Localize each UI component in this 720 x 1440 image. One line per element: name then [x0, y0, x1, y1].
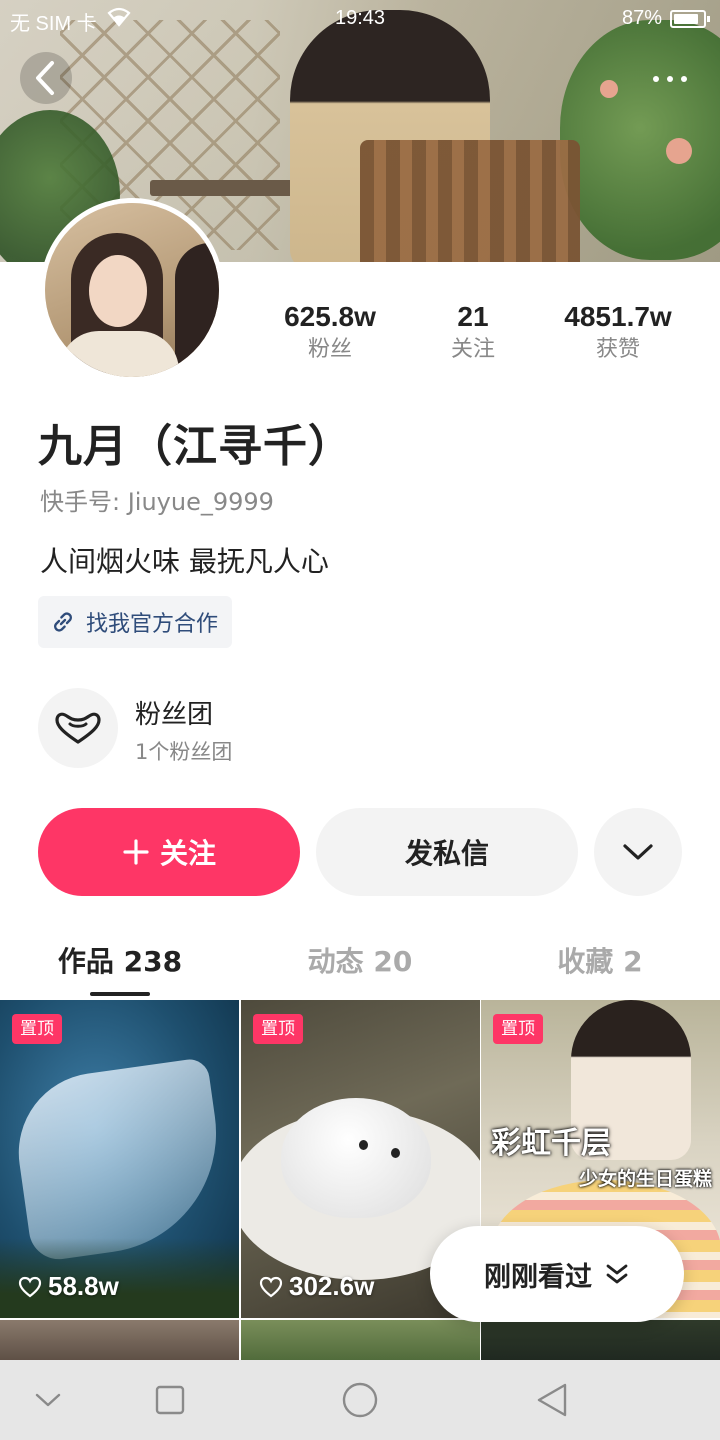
- video-caption-title: 彩虹千层: [491, 1126, 611, 1161]
- business-cooperation-label: 找我官方合作: [86, 612, 219, 637]
- heart-icon: [259, 1276, 283, 1297]
- recently-viewed-label: 刚刚看过: [484, 1261, 592, 1293]
- like-count-text: 302.6w: [289, 1271, 375, 1301]
- nav-recents-button[interactable]: [110, 1360, 230, 1440]
- chevron-left-icon: [36, 61, 54, 95]
- nav-home-button[interactable]: [300, 1360, 420, 1440]
- video-thumbnail[interactable]: [0, 1320, 239, 1360]
- fan-club-icon: [38, 688, 118, 768]
- active-tab-indicator: [90, 992, 150, 996]
- battery-icon: [670, 10, 710, 28]
- recently-viewed-button[interactable]: 刚刚看过: [430, 1226, 684, 1322]
- stat-following[interactable]: 21 关注: [393, 300, 553, 366]
- video-caption-subtitle: 少女的生日蛋糕: [578, 1168, 712, 1190]
- link-icon: [54, 612, 72, 632]
- video-like-count: 58.8w: [18, 1271, 119, 1302]
- fan-club-title: 粉丝团: [135, 700, 214, 730]
- square-icon: [155, 1385, 185, 1415]
- circle-icon: [342, 1382, 378, 1418]
- following-count: 21: [457, 301, 489, 332]
- profile-name: 九月（江寻千）: [38, 421, 353, 472]
- back-button[interactable]: [20, 52, 72, 104]
- clock: 19:43: [334, 7, 386, 29]
- likes-count: 4851.7w: [564, 301, 672, 332]
- video-thumbnail[interactable]: 置顶 58.8w: [0, 1000, 239, 1318]
- stat-likes[interactable]: 4851.7w 获赞: [538, 300, 698, 366]
- ellipsis-icon: [653, 76, 659, 82]
- chevron-down-icon: [623, 844, 653, 860]
- heart-icon: [18, 1276, 42, 1297]
- status-bar: 无 SIM 卡 19:43 87%: [0, 0, 720, 38]
- nav-hide-button[interactable]: [0, 1360, 108, 1440]
- chevron-down-icon: [35, 1393, 61, 1407]
- pinned-badge: 置顶: [253, 1014, 303, 1044]
- triangle-back-icon: [537, 1383, 567, 1417]
- send-message-label: 发私信: [404, 837, 489, 870]
- plus-icon: [123, 839, 149, 865]
- more-options-button[interactable]: [640, 56, 700, 102]
- video-like-count: 302.6w: [259, 1271, 374, 1302]
- avatar[interactable]: [40, 198, 224, 382]
- business-cooperation-link[interactable]: 找我官方合作: [38, 596, 233, 648]
- follow-button-label: 关注: [159, 837, 216, 870]
- pinned-badge: 置顶: [493, 1014, 543, 1044]
- video-thumbnail[interactable]: [241, 1320, 480, 1360]
- expand-recommendations-button[interactable]: [594, 808, 682, 896]
- send-message-button[interactable]: 发私信: [316, 808, 578, 896]
- double-chevron-down-icon: [606, 1264, 628, 1284]
- tab-moments[interactable]: 动态 20: [240, 940, 480, 980]
- followers-count: 625.8w: [284, 301, 376, 332]
- fan-club-subtitle: 1个粉丝团: [135, 740, 233, 764]
- profile-bio: 人间烟火味 最抚凡人心: [40, 545, 329, 578]
- stat-followers[interactable]: 625.8w 粉丝: [250, 300, 410, 366]
- pinned-badge: 置顶: [12, 1014, 62, 1044]
- video-thumbnail[interactable]: [481, 1320, 720, 1360]
- following-label: 关注: [450, 337, 495, 362]
- tab-works[interactable]: 作品 238: [0, 940, 240, 980]
- fan-club-entry[interactable]: 粉丝团 1个粉丝团: [38, 688, 438, 768]
- followers-label: 粉丝: [307, 337, 352, 362]
- account-id: 快手号: Jiuyue_9999: [40, 488, 274, 516]
- like-count-text: 58.8w: [48, 1271, 119, 1301]
- content-tabs: 作品 238 动态 20 收藏 2: [0, 930, 720, 996]
- tab-favorites[interactable]: 收藏 2: [480, 940, 720, 980]
- system-navigation-bar: [0, 1360, 720, 1440]
- likes-label: 获赞: [595, 337, 640, 362]
- nav-back-button[interactable]: [492, 1360, 612, 1440]
- battery-percentage: 87%: [622, 7, 663, 29]
- follow-button[interactable]: 关注: [38, 808, 300, 896]
